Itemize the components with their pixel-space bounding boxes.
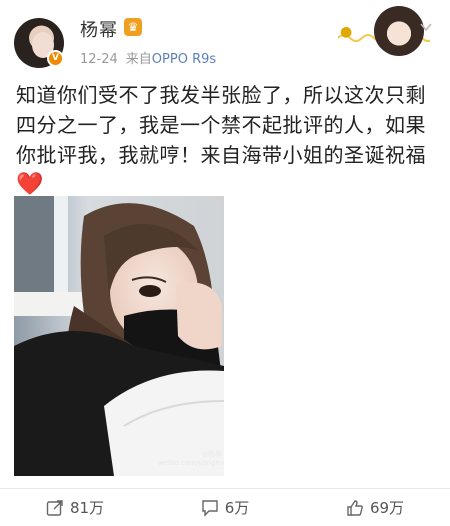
source-prefix: 来自 [125,52,152,67]
post-text-line: 知道你们受不了我发半张脸了，所以这次只剩 [16,83,426,107]
post-header: V 杨幂 ♛ 12-24 来自OPPO R9s ● [0,0,450,70]
repost-button[interactable]: 81万 [0,489,150,526]
card-decoration: ● [338,4,430,60]
source-device-link[interactable]: OPPO R9s [152,52,216,67]
bee-icon: ● [340,24,353,40]
like-count: 69万 [369,499,405,517]
post-time: 12-24 [80,52,118,67]
cartoon-avatar-icon [374,6,424,56]
post-text-line: 四分之一了，我是一个禁不起批评的人，如果 [16,113,426,137]
post-text-line: 你批评我，我就哼！来自海带小姐的圣诞祝福 [16,143,426,167]
crown-icon[interactable]: ♛ [124,18,142,36]
verified-badge-icon: V [47,50,64,67]
watermark-name: ◎杨幂 [201,450,222,458]
post-meta: 12-24 来自OPPO R9s [80,48,216,67]
watermark-url: weibo.com/yangmiblog [158,459,224,467]
thumbs-up-icon [347,499,363,516]
repost-count: 81万 [69,499,105,517]
username[interactable]: 杨幂 [80,16,118,42]
chevron-down-icon[interactable] [419,20,433,34]
post-image[interactable]: ◎杨幂 weibo.com/yangmiblog [14,196,224,476]
repost-icon [46,499,63,516]
comment-button[interactable]: 6万 [150,489,300,526]
comment-icon [202,499,218,517]
action-bar: 81万 6万 69万 [0,488,450,526]
comment-count: 6万 [224,499,250,517]
image-watermark: ◎杨幂 weibo.com/yangmiblog [158,450,224,468]
post-text: 知道你们受不了我发半张脸了，所以这次只剩 四分之一了，我是一个禁不起批评的人，如… [16,80,440,200]
like-button[interactable]: 69万 [300,489,450,526]
